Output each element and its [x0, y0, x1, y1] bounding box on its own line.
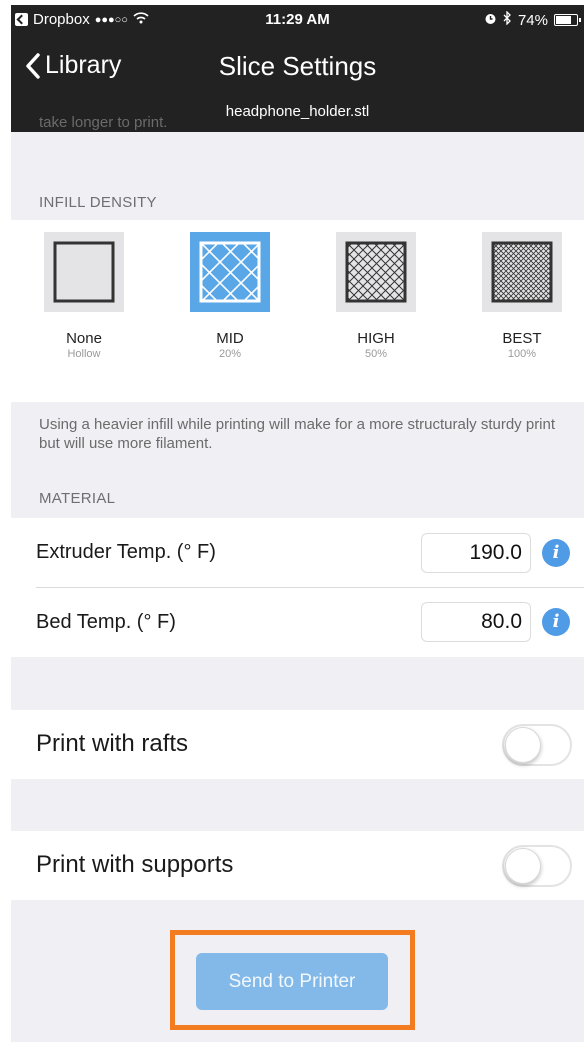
battery-percent: 74%	[517, 11, 548, 29]
rafts-toggle[interactable]	[502, 724, 572, 766]
supports-row: Print with supports	[11, 831, 584, 900]
infill-option-label: None	[66, 330, 102, 347]
infill-panel: None Hollow MID 20% HIGH 50% BEST 100%	[11, 220, 584, 402]
bed-temp-row: Bed Temp. (° F) 80.0 i	[11, 588, 584, 657]
app-screen: Dropbox ●●●○○ 11:29 AM 74% Library Slice…	[11, 5, 584, 1042]
alarm-icon	[484, 12, 497, 29]
extruder-temp-input[interactable]: 190.0	[421, 533, 531, 573]
infill-option-none[interactable]: None Hollow	[39, 232, 129, 360]
rafts-row: Print with rafts	[11, 710, 584, 779]
bluetooth-icon	[503, 10, 512, 29]
bed-info-icon[interactable]: i	[542, 608, 570, 636]
extruder-temp-row: Extruder Temp. (° F) 190.0 i	[11, 518, 584, 588]
rafts-label: Print with rafts	[36, 730, 189, 757]
supports-label: Print with supports	[36, 851, 234, 878]
infill-best-icon	[482, 232, 562, 312]
infill-option-label: BEST	[502, 330, 542, 347]
battery-icon	[554, 14, 581, 26]
extruder-info-icon[interactable]: i	[542, 539, 570, 567]
infill-option-label: HIGH	[357, 330, 395, 347]
quality-note: take longer to print.	[39, 114, 168, 131]
status-bar: Dropbox ●●●○○ 11:29 AM 74%	[11, 5, 584, 35]
infill-option-mid[interactable]: MID 20%	[185, 232, 275, 360]
infill-option-sub: 20%	[218, 348, 242, 360]
infill-hollow-icon	[44, 232, 124, 312]
infill-option-label: MID	[216, 330, 244, 347]
infill-mid-icon	[190, 232, 270, 312]
supports-toggle[interactable]	[502, 845, 572, 887]
send-to-printer-button[interactable]: Send to Printer	[196, 953, 388, 1010]
infill-note: Using a heavier infill while printing wi…	[39, 416, 556, 452]
bed-temp-input[interactable]: 80.0	[421, 602, 531, 642]
infill-section-header: INFILL DENSITY	[39, 194, 157, 211]
bed-temp-label: Bed Temp. (° F)	[36, 611, 176, 633]
infill-option-sub: 100%	[507, 348, 537, 360]
infill-option-sub: Hollow	[67, 348, 101, 360]
page-title: Slice Settings	[218, 51, 377, 81]
infill-high-icon	[336, 232, 416, 312]
extruder-temp-label: Extruder Temp. (° F)	[36, 541, 216, 563]
infill-option-high[interactable]: HIGH 50%	[331, 232, 421, 360]
material-section-header: MATERIAL	[39, 490, 116, 507]
infill-option-best[interactable]: BEST 100%	[477, 232, 567, 360]
infill-option-sub: 50%	[364, 348, 388, 360]
